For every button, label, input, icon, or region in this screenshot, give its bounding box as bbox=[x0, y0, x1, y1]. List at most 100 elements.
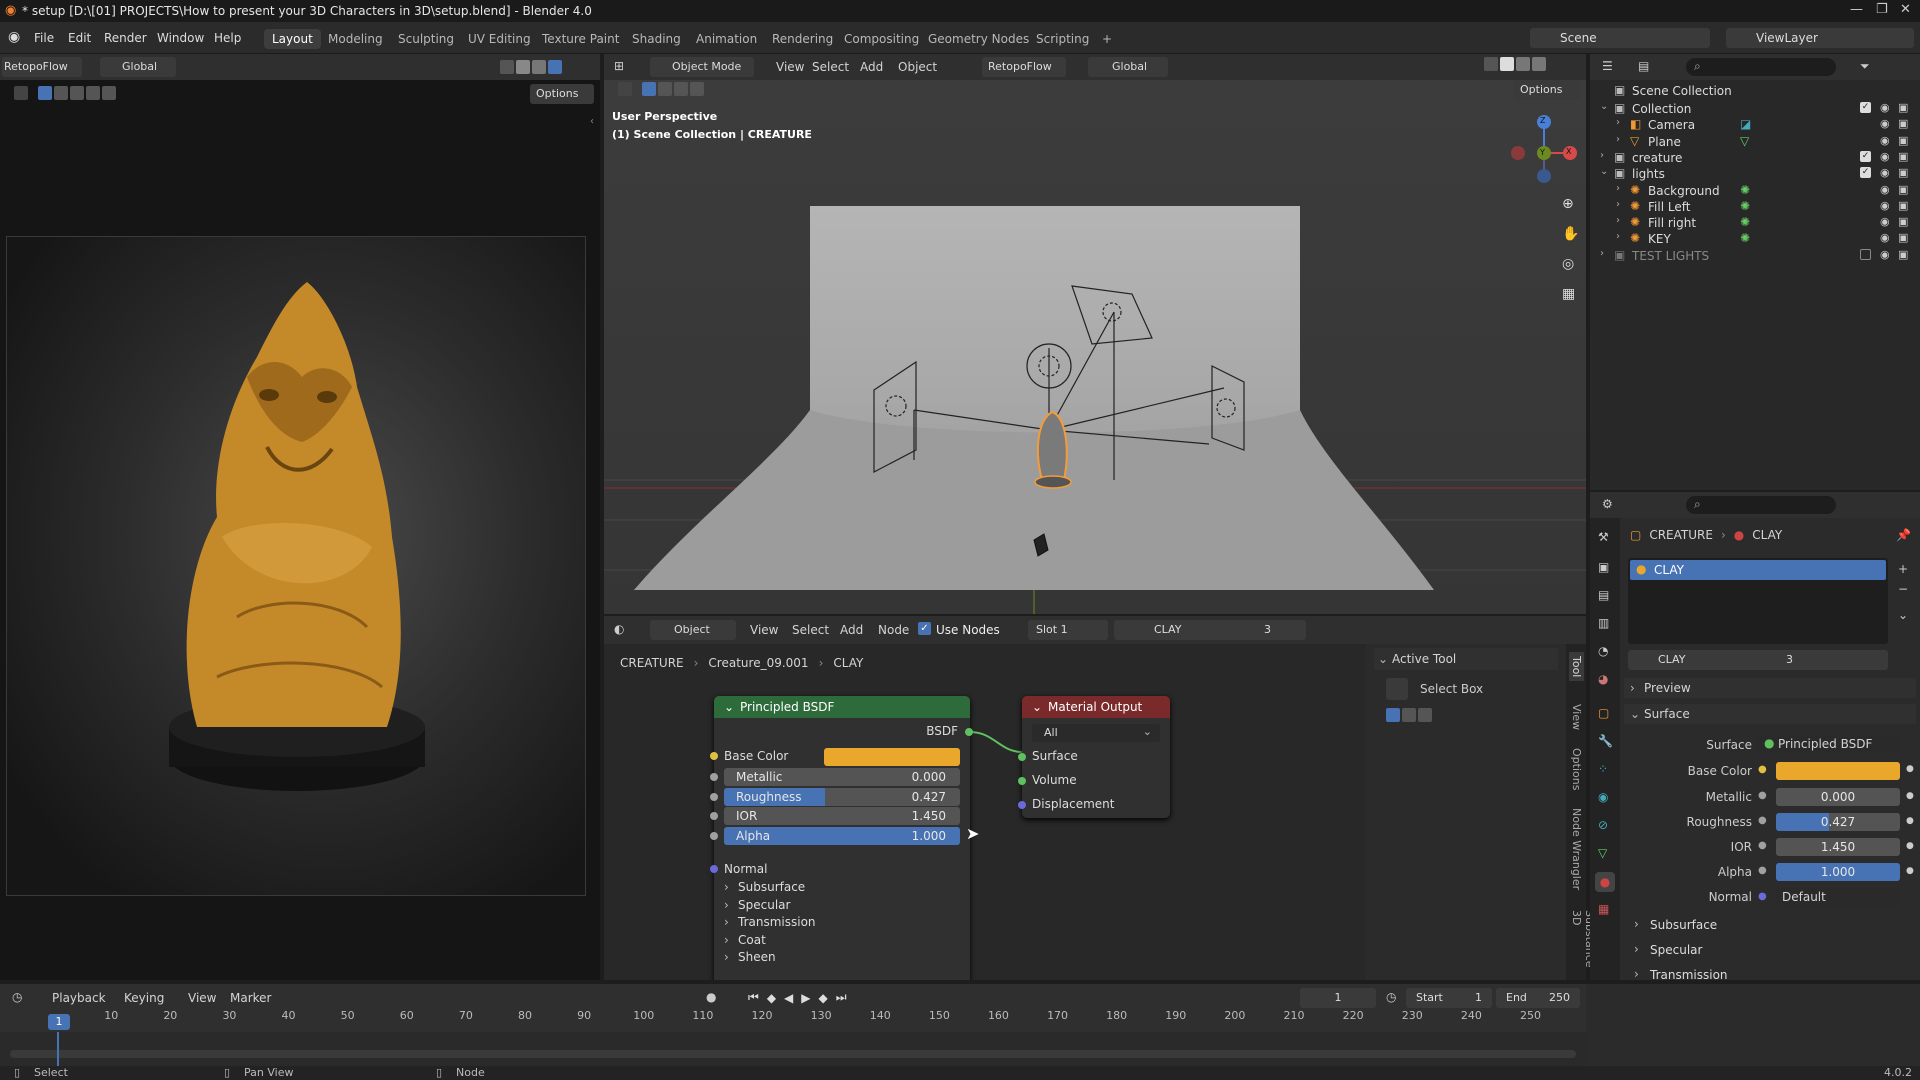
outliner-type-icon[interactable]: ☰ bbox=[1602, 59, 1613, 73]
light-data-icon[interactable]: ✺ bbox=[1740, 199, 1750, 213]
start-frame-field[interactable]: Start 1 bbox=[1406, 988, 1492, 1008]
tab-shading[interactable]: Shading bbox=[624, 29, 689, 49]
editor-type-icon[interactable]: ⊞ bbox=[614, 59, 624, 73]
timeline-menu-playback[interactable]: Playback bbox=[52, 991, 106, 1005]
shading-buttons[interactable] bbox=[500, 57, 590, 77]
viewport-shading-buttons[interactable] bbox=[1484, 57, 1546, 71]
outliner-root[interactable]: ▣ Scene Collection bbox=[1614, 82, 1914, 100]
sidebar-tab-node-wrangler[interactable]: Node Wrangler bbox=[1569, 804, 1584, 894]
render-camera-icon[interactable]: ▣ bbox=[1898, 199, 1908, 212]
vp-select-subtract-icon[interactable] bbox=[674, 82, 688, 96]
jump-keyframe-forward-icon[interactable]: ◆ bbox=[819, 991, 828, 1005]
render-tab-icon[interactable]: ▣ bbox=[1598, 560, 1609, 574]
view-layer-selector[interactable]: ViewLayer bbox=[1726, 28, 1914, 48]
render-camera-icon[interactable]: ▣ bbox=[1898, 183, 1908, 196]
datablock-users[interactable]: 3 bbox=[1786, 653, 1793, 666]
tool-tab-icon[interactable]: ⚒ bbox=[1598, 530, 1609, 544]
bsdf-panel-sheen[interactable]: › Sheen bbox=[724, 950, 954, 966]
visibility-eye-icon[interactable]: ◉ bbox=[1880, 150, 1890, 163]
select-box-tool-icon[interactable] bbox=[1386, 678, 1408, 700]
end-frame-field[interactable]: End 250 bbox=[1496, 988, 1580, 1008]
vp-select-new-icon[interactable] bbox=[642, 82, 656, 96]
node-menu-add[interactable]: Add bbox=[840, 623, 863, 637]
exclude-checkbox[interactable]: ✓ bbox=[1860, 167, 1871, 179]
surface-shader-field[interactable]: ● Principled BSDF bbox=[1758, 735, 1898, 753]
vp-wireframe-icon[interactable] bbox=[1484, 57, 1498, 71]
playhead-line[interactable] bbox=[57, 1032, 59, 1066]
menu-help[interactable]: Help bbox=[214, 31, 241, 45]
use-nodes-checkbox[interactable]: ✓ bbox=[918, 622, 931, 635]
tool-mode-buttons[interactable] bbox=[1386, 708, 1432, 722]
tab-uv-editing[interactable]: UV Editing bbox=[460, 29, 539, 49]
tab-animation[interactable]: Animation bbox=[688, 29, 765, 49]
bsdf-field-socket[interactable] bbox=[710, 773, 718, 781]
slot-dropdown[interactable]: Slot 1 bbox=[1028, 620, 1108, 640]
outliner-row-key[interactable]: › ✺ KEY ✺ ◉ ▣ bbox=[1590, 230, 1920, 248]
outliner-row-creature[interactable]: › ▣ creature ✓ ◉ ▣ bbox=[1590, 149, 1920, 167]
minimize-button[interactable]: — bbox=[1850, 2, 1863, 17]
play-reverse-icon[interactable]: ◀ bbox=[784, 991, 793, 1005]
timeline-scrollbar[interactable] bbox=[10, 1050, 1576, 1058]
texture-tab-icon[interactable]: ▦ bbox=[1598, 902, 1609, 916]
tool-mode-extend-icon[interactable] bbox=[1402, 708, 1416, 722]
tab-texture-paint[interactable]: Texture Paint bbox=[534, 29, 627, 49]
jump-end-icon[interactable]: ⏭ bbox=[836, 990, 847, 1005]
tab-scripting[interactable]: Scripting bbox=[1028, 29, 1097, 49]
viewport-menu-add[interactable]: Add bbox=[860, 60, 883, 74]
ortho-grid-icon[interactable]: ▦ bbox=[1562, 286, 1575, 302]
expand-arrow-icon[interactable]: ‹ bbox=[590, 116, 594, 127]
bsdf-field-socket[interactable] bbox=[710, 831, 718, 840]
tab-modeling[interactable]: Modeling bbox=[320, 29, 391, 49]
pin-icon[interactable]: 📌 bbox=[1896, 528, 1911, 542]
tab-geometry-nodes[interactable]: Geometry Nodes bbox=[920, 29, 1037, 49]
node-canvas[interactable]: CREATURE › Creature_09.001 › CLAY ⌄ Prin… bbox=[604, 644, 1366, 980]
select-intersect-icon[interactable] bbox=[102, 86, 116, 100]
bsdf-panel-specular[interactable]: › Specular bbox=[724, 898, 954, 914]
outliner-row-camera[interactable]: › ◧ Camera ◪ ◉ ▣ bbox=[1590, 116, 1920, 134]
select-mode-buttons[interactable] bbox=[14, 86, 116, 100]
close-button[interactable]: ✕ bbox=[1900, 2, 1911, 17]
scene-selector[interactable]: Scene bbox=[1530, 28, 1710, 48]
scene-tab-icon[interactable]: ◔ bbox=[1598, 644, 1608, 658]
expand-toggle-icon[interactable]: › bbox=[1616, 215, 1620, 226]
menu-edit[interactable]: Edit bbox=[68, 31, 91, 45]
properties-type-icon[interactable]: ⚙ bbox=[1602, 497, 1613, 511]
select-extend-icon[interactable] bbox=[54, 86, 68, 100]
principled-bsdf-node[interactable]: ⌄ Principled BSDF BSDF Base Color Metall… bbox=[710, 696, 973, 980]
preview-range-icon[interactable]: ◷ bbox=[1386, 990, 1396, 1004]
physics-tab-icon[interactable]: ◉ bbox=[1598, 790, 1608, 804]
add-workspace-button[interactable]: + bbox=[1094, 29, 1120, 49]
prop-base-color-keyframe-icon[interactable]: ● bbox=[1906, 764, 1914, 774]
render-camera-icon[interactable]: ▣ bbox=[1898, 215, 1908, 228]
render-camera-icon[interactable]: ▣ bbox=[1898, 117, 1908, 130]
bsdf-field-metallic[interactable]: Metallic 0.000 bbox=[724, 768, 960, 786]
expand-toggle-icon[interactable]: › bbox=[1600, 248, 1604, 259]
outliner-row-fill-left[interactable]: › ✺ Fill Left ✺ ◉ ▣ bbox=[1590, 198, 1920, 216]
bsdf-field-ior[interactable]: IOR 1.450 bbox=[724, 807, 960, 825]
bsdf-panel-subsurface[interactable]: › Subsurface bbox=[724, 880, 954, 896]
display-mode-icon[interactable]: ▤ bbox=[1638, 59, 1649, 73]
active-tool-panel-header[interactable]: ⌄ Active Tool bbox=[1374, 648, 1558, 670]
menu-render[interactable]: Render bbox=[104, 31, 147, 45]
outliner-row-collection[interactable]: ⌄ ▣ Collection ✓ ◉ ▣ bbox=[1590, 100, 1920, 118]
play-icon[interactable]: ▶ bbox=[801, 991, 810, 1005]
node-editor-type-icon[interactable]: ◐ bbox=[614, 622, 624, 636]
tool-toggle-icon[interactable] bbox=[14, 86, 28, 100]
constraints-tab-icon[interactable]: ⊘ bbox=[1598, 818, 1608, 832]
modifier-tab-icon[interactable]: 🔧 bbox=[1598, 734, 1613, 748]
visibility-eye-icon[interactable]: ◉ bbox=[1880, 134, 1890, 147]
preview-panel-header[interactable]: › Preview bbox=[1624, 678, 1916, 698]
render-camera-icon[interactable]: ▣ bbox=[1898, 150, 1908, 163]
keyframe-dot-icon[interactable]: ● bbox=[1906, 841, 1914, 851]
add-slot-icon[interactable]: + bbox=[1898, 562, 1908, 576]
material-tab-icon[interactable]: ● bbox=[1595, 872, 1615, 892]
jump-keyframe-back-icon[interactable]: ◆ bbox=[767, 991, 776, 1005]
rendered-shading-icon[interactable] bbox=[548, 60, 562, 74]
viewport-menu-view[interactable]: View bbox=[776, 60, 804, 74]
expand-toggle-icon[interactable]: › bbox=[1600, 150, 1604, 161]
viewport-select-mode-buttons[interactable] bbox=[618, 82, 704, 96]
bsdf-collapse-icon[interactable]: ⌄ bbox=[724, 700, 734, 714]
outliner-row-background[interactable]: › ✺ Background ✺ ◉ ▣ bbox=[1590, 182, 1920, 200]
tool-mode-new-icon[interactable] bbox=[1386, 708, 1400, 722]
prop-roughness-field[interactable]: 0.427 bbox=[1776, 813, 1900, 831]
